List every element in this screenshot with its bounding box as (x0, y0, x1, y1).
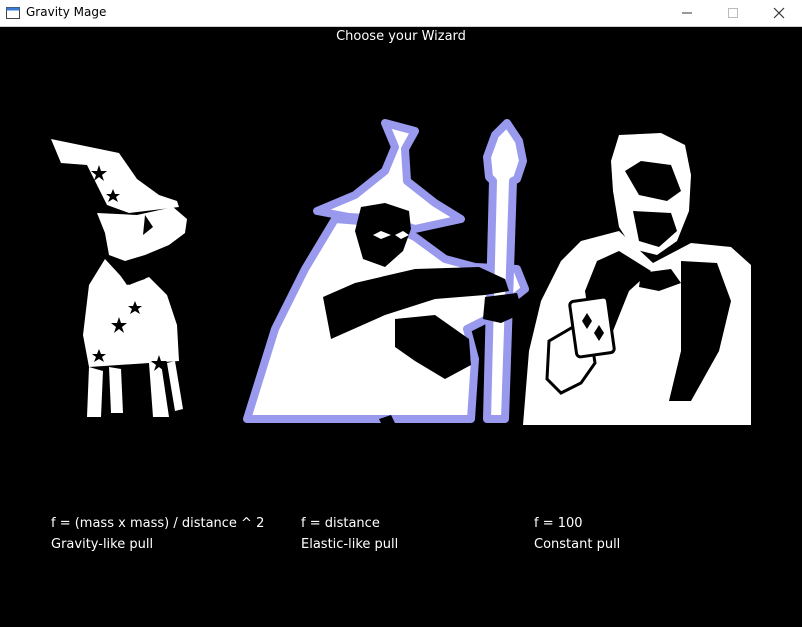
close-button[interactable] (756, 0, 802, 26)
window-title: Gravity Mage (26, 5, 107, 19)
staff-wizard-icon (243, 119, 529, 427)
maximize-icon (728, 8, 738, 18)
wizard-description-constant: f = 100 Constant pull (534, 513, 620, 555)
card-magician-icon (523, 133, 751, 425)
game-window: Gravity Mage Choose your Wizard f = (mas… (0, 0, 802, 627)
app-icon (6, 7, 20, 19)
choose-wizard-heading: Choose your Wizard (336, 29, 466, 44)
wizard-option-constant[interactable] (521, 131, 753, 425)
wizard-description-elastic: f = distance Elastic-like pull (301, 513, 398, 555)
pull-label: Elastic-like pull (301, 537, 399, 552)
wizard-description-gravity: f = (mass x mass) / distance ^ 2 Gravity… (51, 513, 264, 555)
pull-label: Gravity-like pull (51, 537, 154, 552)
formula-text: f = (mass x mass) / distance ^ 2 (51, 516, 265, 531)
title-bar[interactable]: Gravity Mage (0, 0, 802, 27)
formula-text: f = distance (301, 516, 380, 531)
wizard-option-gravity[interactable] (49, 135, 194, 427)
close-icon (773, 7, 785, 19)
formula-text: f = 100 (534, 516, 583, 531)
minimize-button[interactable] (664, 0, 710, 26)
maximize-button[interactable] (710, 0, 756, 26)
minimize-icon (682, 12, 692, 14)
dog-wizard-icon (51, 139, 187, 417)
pull-label: Constant pull (534, 537, 621, 552)
wizard-option-elastic[interactable] (235, 119, 535, 429)
game-canvas: Choose your Wizard f = (mass x mass) / d… (1, 27, 801, 626)
